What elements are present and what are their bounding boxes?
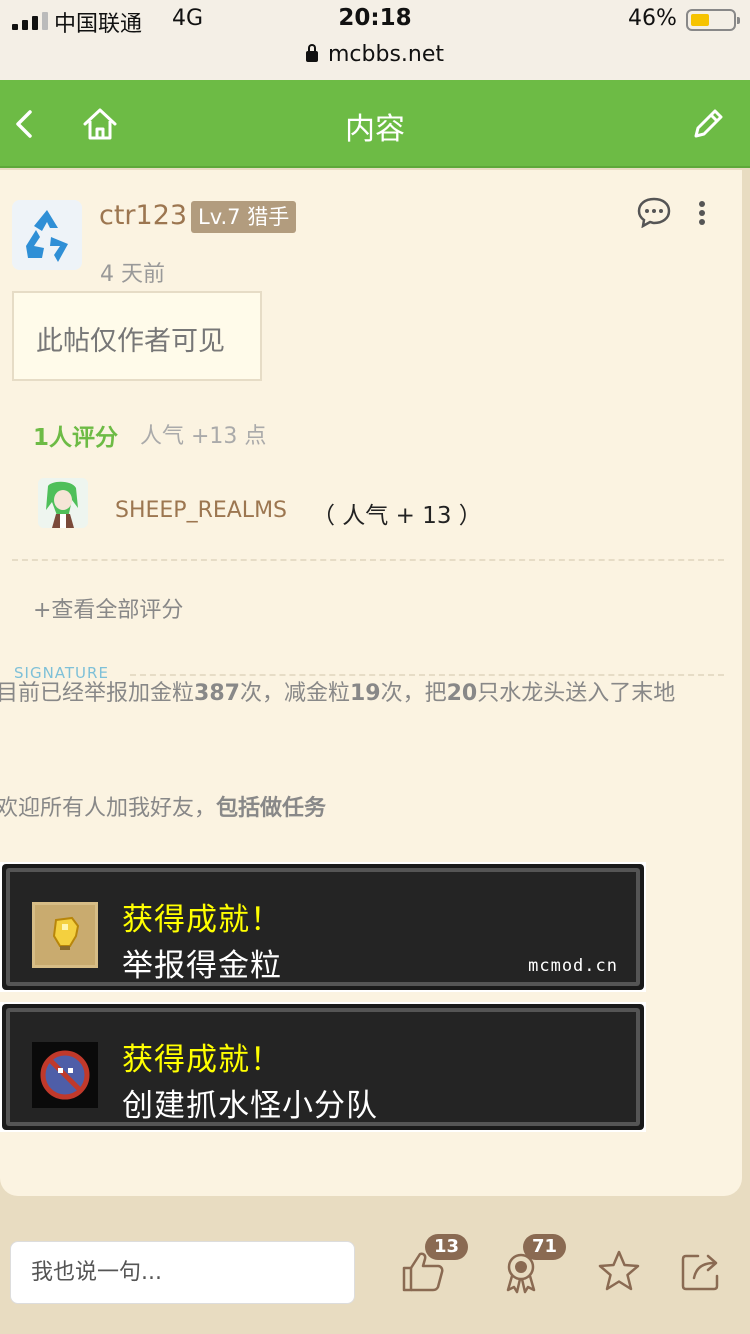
post-time: 4 天前 xyxy=(100,262,165,287)
signature-line-1: 目前已经举报加金粒387次，减金粒19次，把20只水龙头送入了末地 xyxy=(0,676,736,712)
sig-number: 387 xyxy=(194,681,240,706)
signature-line-2: 欢迎所有人加我好友，包括做任务 xyxy=(0,790,326,822)
achievement-banner: 获得成就！ 创建抓水怪小分队 xyxy=(0,1002,646,1132)
address-bar[interactable]: mcbbs.net xyxy=(0,42,750,67)
rewards-badge: 71 xyxy=(523,1234,567,1260)
status-bar: 中国联通 4G 20:18 46% mcbbs.net xyxy=(0,0,750,80)
sig-text: 次，把 xyxy=(380,681,447,706)
avatar[interactable] xyxy=(12,200,82,270)
nav-bar: 内容 xyxy=(0,80,750,168)
hidden-notice-text: 此帖仅作者可见 xyxy=(36,326,225,357)
gold-nugget-icon xyxy=(32,902,98,968)
achievement-title: 获得成就！ xyxy=(122,1042,282,1078)
no-squid-icon xyxy=(32,1042,98,1108)
anime-avatar-icon xyxy=(38,478,88,528)
rating-summary: 人气 +13 点 xyxy=(140,424,267,449)
sig-bold-text: 包括做任务 xyxy=(216,796,327,821)
sig-number: 19 xyxy=(349,681,381,706)
rater-avatar[interactable] xyxy=(38,478,88,528)
url-text: mcbbs.net xyxy=(327,42,444,67)
view-all-ratings-link[interactable]: +查看全部评分 xyxy=(33,592,183,624)
more-icon[interactable] xyxy=(692,198,712,228)
achievement-desc: 举报得金粒 xyxy=(122,948,282,984)
sig-text: 只水龙头送入了末地 xyxy=(477,681,676,706)
rater-name[interactable]: SHEEP_REALMS xyxy=(115,498,287,523)
sig-text: 次，减金粒 xyxy=(239,681,350,706)
post-card: ctr123 Lv.7 猎手 4 天前 此帖仅作者可见 1人评分 人气 +13 … xyxy=(0,170,742,1196)
achievement-banner: 获得成就！ 举报得金粒 mcmod.cn xyxy=(0,862,646,992)
star-icon[interactable] xyxy=(596,1248,642,1294)
achievement-desc: 创建抓水怪小分队 xyxy=(122,1088,378,1124)
page-title: 内容 xyxy=(345,112,405,147)
rater-score: （ 人气 + 13 ） xyxy=(312,503,482,529)
share-icon[interactable] xyxy=(678,1248,724,1294)
likes-badge: 13 xyxy=(425,1234,469,1260)
divider xyxy=(12,559,724,561)
bottom-bar: 我也说一句... 13 71 xyxy=(0,1218,750,1334)
achievement-title: 获得成就！ xyxy=(122,902,282,938)
author-name[interactable]: ctr123 xyxy=(99,200,187,231)
comment-icon[interactable] xyxy=(636,196,672,228)
lock-icon xyxy=(305,44,318,62)
rating-count[interactable]: 1人评分 xyxy=(33,418,118,452)
battery-percent: 46% xyxy=(628,6,677,31)
achievement-site: mcmod.cn xyxy=(528,956,618,976)
pencil-icon[interactable] xyxy=(688,104,728,144)
sig-text: 目前已经举报加金粒 xyxy=(0,681,195,706)
recycle-icon xyxy=(12,200,82,270)
battery-icon xyxy=(686,9,740,31)
sig-number: 20 xyxy=(446,681,478,706)
level-badge: Lv.7 猎手 xyxy=(191,201,297,233)
hidden-content-notice: 此帖仅作者可见 xyxy=(12,291,262,381)
comment-input[interactable]: 我也说一句... xyxy=(10,1241,355,1304)
sig-text: 欢迎所有人加我好友， xyxy=(0,796,217,821)
